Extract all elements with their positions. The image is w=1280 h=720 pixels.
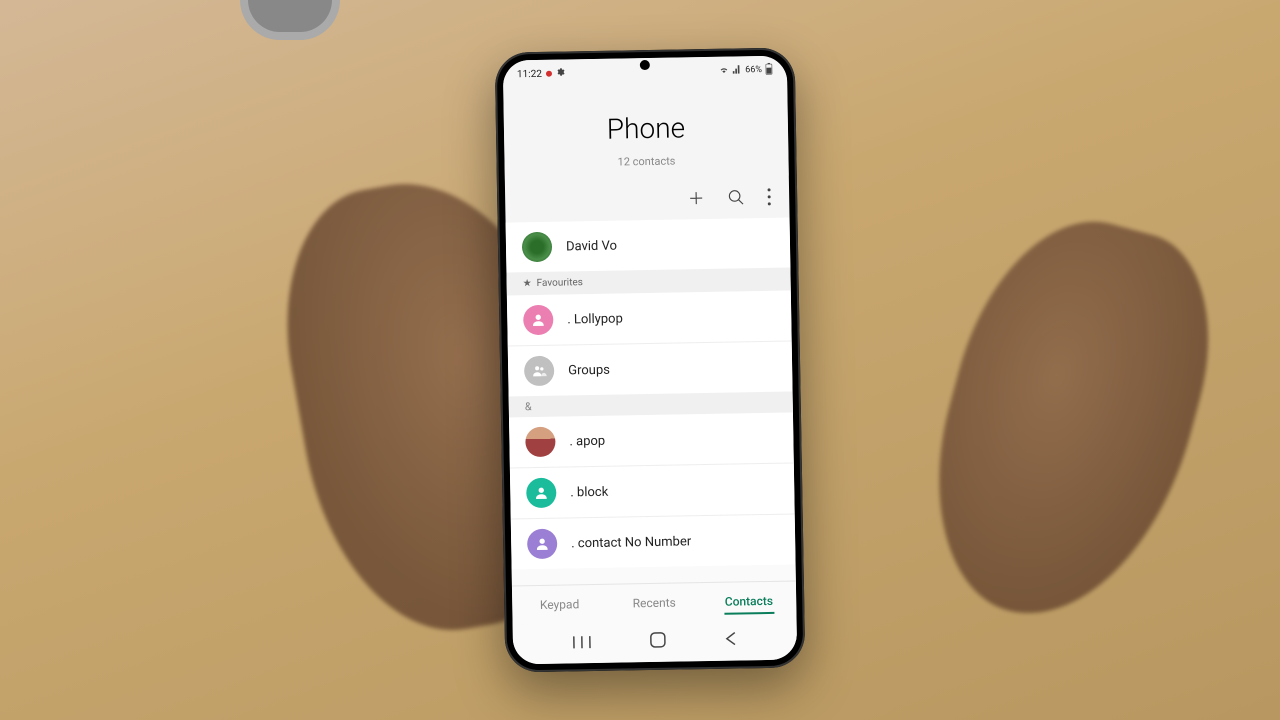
avatar	[527, 529, 558, 560]
nav-home-icon[interactable]	[650, 632, 666, 652]
profile-name: David Vo	[566, 238, 617, 254]
avatar	[523, 305, 554, 336]
add-icon[interactable]	[687, 189, 705, 207]
groups-row[interactable]: Groups	[508, 341, 793, 397]
contact-row[interactable]: . apop	[509, 413, 794, 468]
tab-contacts[interactable]: Contacts	[701, 581, 796, 621]
recording-icon	[546, 71, 552, 77]
wifi-icon	[719, 64, 729, 77]
settings-icon	[556, 67, 565, 79]
my-profile-row[interactable]: David Vo	[506, 218, 791, 273]
avatar	[526, 478, 557, 509]
avatar	[522, 232, 553, 263]
avatar	[525, 427, 556, 458]
contact-name: . block	[570, 484, 608, 500]
bottom-tabs: Keypad Recents Contacts	[512, 580, 797, 624]
search-icon[interactable]	[727, 188, 745, 206]
app-title: Phone	[504, 110, 789, 148]
contact-name: . Lollypop	[567, 311, 623, 327]
contact-row[interactable]: . contact No Number	[511, 513, 796, 569]
contact-name: . contact No Number	[571, 534, 691, 551]
more-icon[interactable]	[767, 188, 771, 206]
header: Phone 12 contacts	[503, 80, 789, 181]
status-left: 11:22	[517, 67, 565, 80]
status-right: 66%	[719, 62, 773, 78]
contact-row[interactable]: . block	[510, 463, 795, 519]
desk-cable-hole	[240, 0, 340, 40]
nav-recents-icon[interactable]	[572, 634, 590, 653]
status-time: 11:22	[517, 68, 542, 79]
phone-screen: 11:22 66% Phone 12 cont	[503, 56, 797, 665]
contact-row[interactable]: . Lollypop	[507, 291, 792, 346]
tab-recents[interactable]: Recents	[607, 583, 702, 623]
contact-name: . apop	[569, 433, 605, 449]
hand-right	[902, 196, 1237, 644]
groups-label: Groups	[568, 362, 610, 378]
signal-icon	[732, 64, 742, 77]
contact-list[interactable]: David Vo ★ Favourites . Lollypop Groups …	[506, 218, 796, 586]
favourites-label: Favourites	[537, 277, 583, 289]
battery-percent: 66%	[745, 65, 762, 75]
star-icon: ★	[523, 278, 532, 289]
avatar	[524, 356, 555, 387]
nav-back-icon[interactable]	[725, 631, 737, 651]
nav-bar	[513, 619, 798, 664]
action-row	[505, 176, 790, 223]
contact-count: 12 contacts	[504, 153, 788, 171]
tab-keypad[interactable]: Keypad	[512, 585, 607, 625]
battery-icon	[765, 62, 773, 77]
phone-device: 11:22 66% Phone 12 cont	[495, 47, 806, 672]
